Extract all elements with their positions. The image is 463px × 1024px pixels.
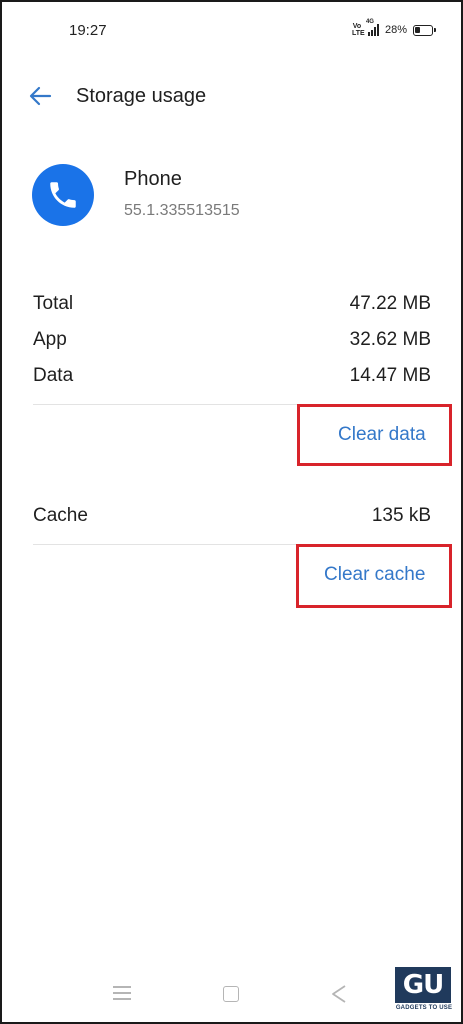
cache-row: Cache 135 kB [33,503,431,529]
battery-icon [413,24,436,36]
row-label: Data [33,365,74,386]
row-value: 135 kB [371,505,431,526]
status-icons: Vo LTE 4G 28% [351,19,436,37]
triangle-back-icon [332,985,346,1003]
page-title: Storage usage [76,85,207,107]
status-time: 19:27 [69,22,107,39]
app-bar: Storage usage [0,72,463,120]
row-value: 47.22 MB [349,293,431,314]
watermark-text: GADGETS TO USE [395,1005,453,1011]
app-version: 55.1.335513515 [124,202,240,219]
row-label: App [33,329,67,350]
navigation-bar [0,970,463,1020]
row-value: 32.62 MB [349,329,431,350]
row-label: Total [33,293,74,314]
status-bar: 19:27 Vo LTE 4G 28% [0,0,463,62]
row-value: 14.47 MB [349,365,431,386]
app-name: Phone [124,168,182,190]
arrow-left-icon [29,86,52,106]
signal-icon: 4G [366,19,379,36]
storage-row-total: Total 47.22 MB [33,291,431,317]
app-icon [32,164,94,226]
watermark-logo: GU GADGETS TO USE [395,967,453,1015]
battery-percent: 28% [384,24,407,36]
network-type: 4G [365,19,374,25]
row-label: Cache [33,505,88,526]
storage-row-app: App 32.62 MB [33,327,431,353]
back-button[interactable] [26,82,56,110]
clear-data-button[interactable]: Clear data [338,424,426,446]
home-button[interactable] [223,986,239,1002]
storage-row-data: Data 14.47 MB [33,363,431,389]
volte-icon: Vo LTE [351,23,365,37]
watermark-mark: GU [395,967,451,1003]
phone-handset-icon [50,182,76,208]
clear-cache-button[interactable]: Clear cache [324,564,425,586]
back-nav-button[interactable] [330,984,348,1004]
recents-button[interactable] [113,986,131,1000]
